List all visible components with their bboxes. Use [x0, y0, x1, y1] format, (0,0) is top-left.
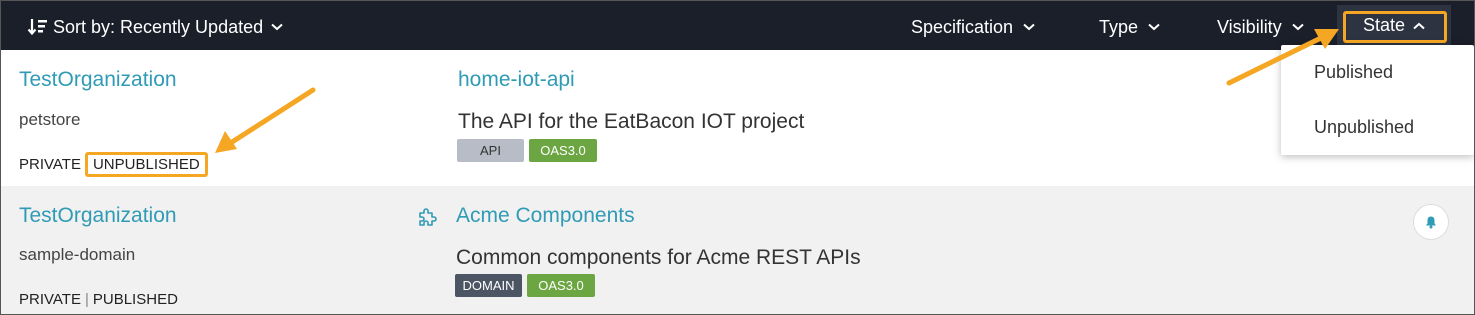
api-description: The API for the EatBacon IOT project [458, 110, 805, 133]
filter-toolbar: Sort by: Recently Updated Specification … [1, 1, 1474, 50]
organization-link[interactable]: TestOrganization [19, 204, 177, 228]
filter-type[interactable]: Type [1099, 15, 1160, 39]
sort-label: Sort by: Recently Updated [53, 16, 264, 37]
owner-name: petstore [19, 110, 81, 129]
chevron-up-icon [1413, 22, 1425, 29]
page-frame: Sort by: Recently Updated Specification … [0, 0, 1475, 315]
chevron-down-icon [1292, 23, 1304, 31]
filter-visibility[interactable]: Visibility [1217, 15, 1304, 39]
filter-specification-label: Specification [911, 16, 1014, 37]
owner-name: sample-domain [19, 245, 136, 264]
state-label-highlighted: UNPUBLISHED [84, 152, 208, 177]
api-name-link[interactable]: Acme Components [456, 204, 635, 228]
organization-link[interactable]: TestOrganization [19, 68, 177, 92]
result-row[interactable]: TestOrganization sample-domain PRIVATE |… [1, 186, 1474, 314]
api-name-link[interactable]: home-iot-api [458, 68, 575, 92]
sort-dropdown[interactable]: Sort by: Recently Updated [27, 15, 283, 39]
filter-specification[interactable]: Specification [911, 15, 1035, 39]
result-row[interactable]: TestOrganization petstore PRIVATE UNPUBL… [1, 50, 1474, 186]
bell-icon [1426, 216, 1436, 229]
spec-badge: OAS3.0 [527, 274, 595, 297]
meta-separator: | [84, 291, 89, 308]
puzzle-icon [419, 208, 437, 226]
sort-icon [27, 19, 47, 36]
visibility-label: PRIVATE [19, 291, 81, 308]
filter-visibility-label: Visibility [1217, 16, 1282, 37]
chevron-down-icon [271, 23, 283, 31]
state-option-published[interactable]: Published [1314, 62, 1393, 83]
filter-state[interactable]: State [1337, 5, 1451, 46]
state-label: PUBLISHED [92, 291, 178, 308]
badge-group: API OAS3.0 [457, 139, 597, 162]
spec-badge: OAS3.0 [529, 139, 597, 162]
filter-state-label: State [1362, 15, 1406, 35]
type-badge: API [457, 139, 524, 162]
badge-group: DOMAIN OAS3.0 [455, 274, 595, 297]
visibility-state-meta: PRIVATE | PUBLISHED [19, 291, 178, 308]
filter-type-label: Type [1099, 16, 1139, 37]
api-description: Common components for Acme REST APIs [456, 246, 861, 269]
visibility-state-meta: PRIVATE UNPUBLISHED [19, 152, 208, 177]
chevron-down-icon [1148, 23, 1160, 31]
state-option-unpublished[interactable]: Unpublished [1314, 117, 1414, 138]
visibility-label: PRIVATE [19, 156, 81, 173]
notification-button[interactable] [1413, 204, 1449, 240]
chevron-down-icon [1023, 23, 1035, 31]
type-badge: DOMAIN [455, 274, 522, 297]
state-dropdown-menu: Published Unpublished [1281, 45, 1474, 155]
